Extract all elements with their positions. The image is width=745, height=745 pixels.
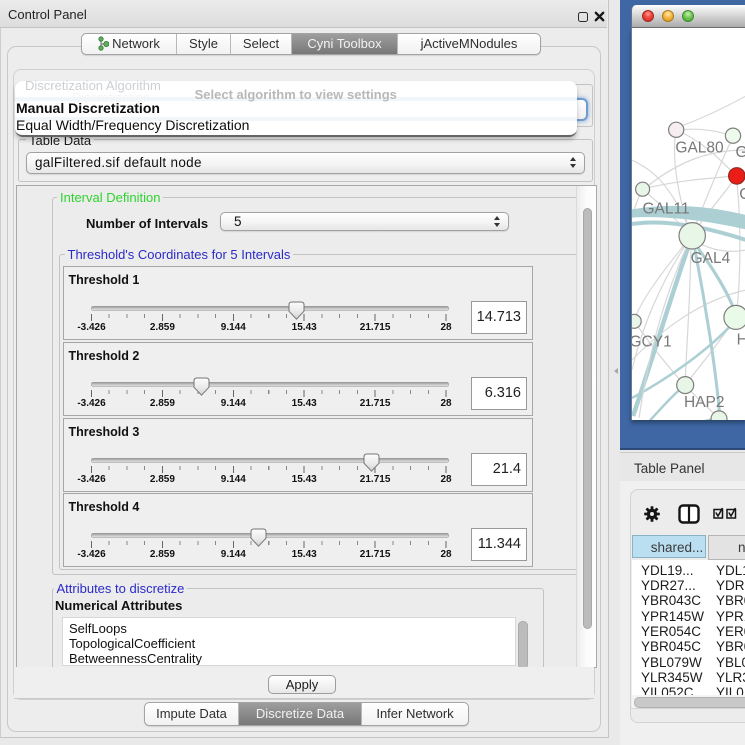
svg-text:HIS7: HIS7: [737, 332, 745, 349]
svg-text:GAL80: GAL80: [675, 140, 724, 157]
svg-text:GCY1: GCY1: [632, 334, 672, 351]
svg-text:GAL4: GAL4: [691, 250, 731, 267]
svg-text:CYC8: CYC8: [739, 186, 745, 203]
svg-text:GAL3: GAL3: [736, 144, 745, 161]
svg-text:GAL11: GAL11: [643, 201, 690, 218]
svg-text:HAP2: HAP2: [684, 394, 725, 411]
